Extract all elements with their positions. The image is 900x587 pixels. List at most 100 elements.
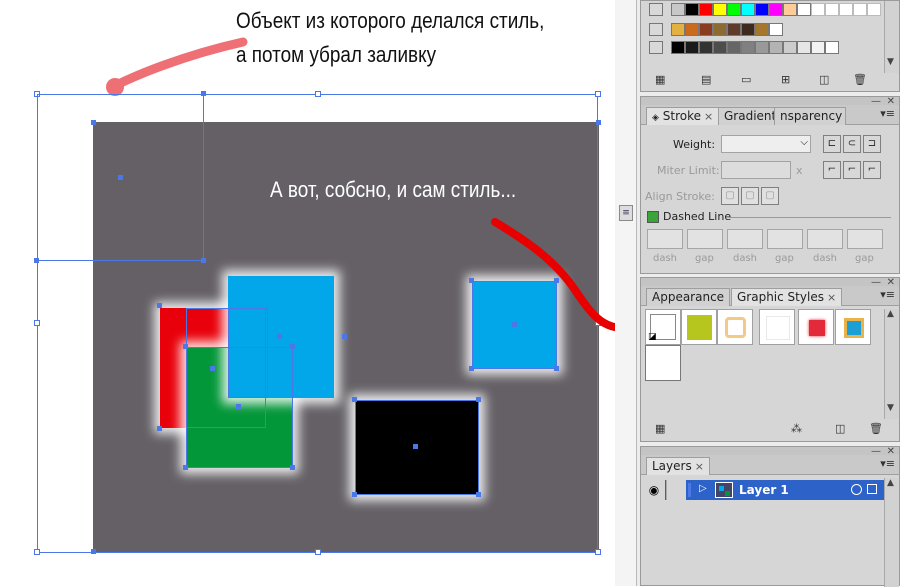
swatch[interactable] [853,3,867,16]
new-swatch-icon[interactable]: ◫ [819,73,829,86]
expand-triangle-icon[interactable]: ▷ [699,483,707,494]
selection-indicator-icon[interactable] [867,484,877,494]
target-circle-icon[interactable] [851,484,862,495]
dock-separator[interactable]: ≡ [615,0,637,586]
dash-field-3[interactable] [807,229,843,249]
style-library-icon[interactable]: ▦ [655,422,665,435]
swatch[interactable] [699,23,713,36]
swatch[interactable] [769,3,783,16]
swatch[interactable] [713,41,727,54]
swatch-library-icon[interactable]: ▦ [655,73,665,86]
collapse-grip-icon[interactable]: ≡ [619,205,633,221]
selection-handle-bl[interactable] [34,549,40,555]
graphic-style-default[interactable]: ◪ [645,309,681,345]
swatches-scrollbar[interactable]: ▼ [884,1,899,73]
dash-field-2[interactable] [727,229,763,249]
tab-stroke[interactable]: ◈ Stroke × [646,107,720,125]
swatch-options-icon[interactable]: ▭ [741,73,751,86]
layer-name[interactable]: Layer 1 [739,483,789,497]
artwork-canvas[interactable]: Объект из которого делался стиль, а пото… [0,0,713,586]
swatch-group-folder-icon[interactable] [649,3,663,16]
tab-transparency[interactable]: nsparency [774,107,846,125]
projecting-cap-button[interactable]: ⊐ [863,135,881,153]
delete-swatch-icon[interactable]: 🗑 [853,73,867,86]
tab-appearance[interactable]: Appearance [646,288,731,306]
swatch[interactable] [797,41,811,54]
swatch[interactable] [811,3,825,16]
swatch[interactable] [671,23,685,36]
swatch[interactable] [839,3,853,16]
lock-toggle[interactable] [666,480,686,500]
swatch[interactable] [685,3,699,16]
swatch[interactable] [727,3,741,16]
visibility-eye-icon[interactable]: ◉ [643,480,665,500]
swatch[interactable] [699,41,713,54]
swatch[interactable] [671,3,685,16]
dashed-line-checkbox[interactable] [647,211,659,223]
round-cap-button[interactable]: ⊂ [843,135,861,153]
delete-style-icon[interactable]: 🗑 [869,422,883,435]
swatch[interactable] [825,3,839,16]
bevel-join-button[interactable]: ⌐ [863,161,881,179]
gap-field-1[interactable] [687,229,723,249]
scroll-up-icon[interactable]: ▲ [887,309,894,319]
swatch[interactable] [783,41,797,54]
swatch[interactable] [671,41,685,54]
swatch[interactable] [825,41,839,54]
graphic-style-red[interactable] [798,309,834,345]
swatch[interactable] [741,41,755,54]
graphic-style-olive[interactable] [681,309,717,345]
swatch[interactable] [685,41,699,54]
show-kinds-icon[interactable]: ▤ [701,73,711,86]
swatch[interactable] [727,41,741,54]
align-outside-button[interactable]: ▢ [761,187,779,205]
selection-handle-tm[interactable] [315,91,321,97]
swatch[interactable] [699,3,713,16]
weight-field[interactable]: ⌵ [721,135,811,153]
layer-row[interactable]: ◉ ▷ Layer 1 [643,480,885,500]
swatch[interactable] [741,23,755,36]
gap-field-2[interactable] [767,229,803,249]
selection-handle-bm[interactable] [315,549,321,555]
miter-join-button[interactable]: ⌐ [823,161,841,179]
swatch[interactable] [755,3,769,16]
align-center-button[interactable]: ▢ [721,187,739,205]
swatch-group-folder-icon[interactable] [649,41,663,54]
tab-gradient[interactable]: Gradient [718,107,783,125]
swatch[interactable] [713,23,727,36]
weight-dropdown-icon[interactable]: ⌵ [800,137,808,148]
swatch[interactable] [755,23,769,36]
layers-scrollbar[interactable]: ▲ [884,478,899,587]
swatch[interactable] [727,23,741,36]
scroll-down-icon[interactable]: ▼ [887,403,894,413]
dash-field-1[interactable] [647,229,683,249]
round-join-button[interactable]: ⌐ [843,161,861,179]
panel-menu-icon[interactable]: ▾≡ [880,107,895,120]
selection-handle-br[interactable] [595,549,601,555]
swatch[interactable] [797,3,811,16]
butt-cap-button[interactable]: ⊏ [823,135,841,153]
new-color-group-icon[interactable]: ⊞ [781,73,790,86]
graphic-style-orange-outline[interactable] [717,309,753,345]
swatch[interactable] [783,3,797,16]
swatch-group-folder-icon[interactable] [649,23,663,36]
swatch[interactable] [811,41,825,54]
swatch[interactable] [741,3,755,16]
styles-scrollbar[interactable]: ▲ ▼ [884,309,899,419]
tab-graphic-styles[interactable]: Graphic Styles × [731,288,843,306]
new-style-icon[interactable]: ◫ [835,422,845,435]
graphic-style-new[interactable] [645,345,681,381]
gap-field-3[interactable] [847,229,883,249]
swatch[interactable] [713,3,727,16]
selection-handle-tr[interactable] [595,91,601,97]
swatch[interactable] [867,3,881,16]
swatch[interactable] [755,41,769,54]
selection-handle-ml[interactable] [34,320,40,326]
scroll-up-icon[interactable]: ▲ [887,478,894,488]
swatch[interactable] [769,23,783,36]
align-inside-button[interactable]: ▢ [741,187,759,205]
graphic-style-blue[interactable] [835,309,871,345]
panel-menu-icon[interactable]: ▾≡ [880,288,895,301]
graphic-style-white-glow[interactable] [759,309,795,345]
panel-menu-icon[interactable]: ▾≡ [880,457,895,470]
